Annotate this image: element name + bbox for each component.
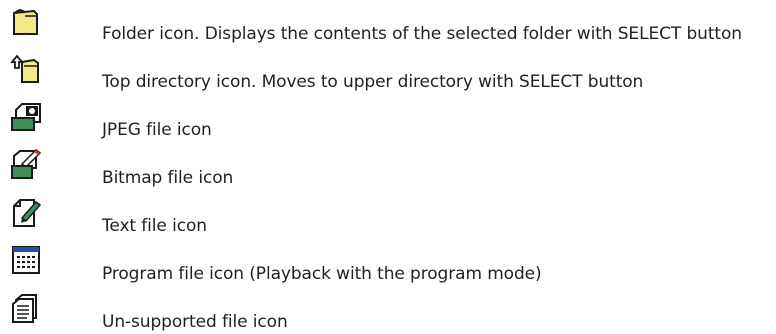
legend-text-text: Text file icon [102,216,207,236]
legend-row-top-directory: Top directory icon. Moves to upper direc… [0,52,776,92]
legend-row-program: Program file icon (Playback with the pro… [0,244,776,284]
legend-row-bitmap: Bitmap file icon [0,148,776,188]
legend-row-text: Text file icon [0,196,776,236]
legend-text-top-directory: Top directory icon. Moves to upper direc… [102,72,644,92]
bitmap-file-icon [10,148,42,180]
legend-text-program: Program file icon (Playback with the pro… [102,264,542,284]
program-file-icon [10,244,42,276]
legend-text-folder: Folder icon. Displays the contents of th… [102,24,742,44]
text-file-icon [10,196,42,228]
legend-row-unsupported: Un-supported file icon [0,292,776,332]
legend-row-jpeg: JPEG file icon [0,100,776,140]
top-directory-icon [10,52,42,84]
legend-row-folder: Folder icon. Displays the contents of th… [0,4,776,44]
legend-text-jpeg: JPEG file icon [102,120,212,140]
legend-text-unsupported: Un-supported file icon [102,312,288,332]
folder-icon [10,6,42,38]
jpeg-file-icon [10,100,42,132]
unsupported-file-icon [10,292,42,324]
legend-text-bitmap: Bitmap file icon [102,168,234,188]
